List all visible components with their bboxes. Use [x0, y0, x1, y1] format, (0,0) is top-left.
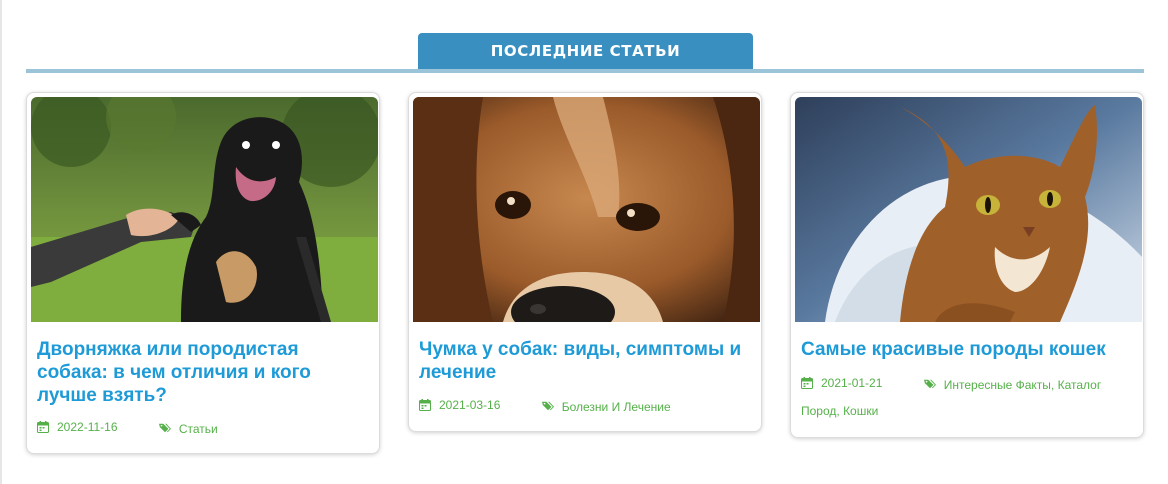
tags-icon [923, 379, 936, 389]
article-thumbnail[interactable] [413, 97, 760, 322]
dog-paw-image [31, 97, 378, 322]
article-title-link[interactable]: Самые красивые породы кошек [801, 338, 1131, 361]
calendar-icon [419, 399, 431, 411]
article-card: Дворняжка или породистая собака: в чем о… [26, 92, 380, 454]
page-left-border [0, 0, 2, 484]
article-thumbnail[interactable] [795, 97, 1142, 322]
section-heading-tab: ПОСЛЕДНИЕ СТАТЬИ [418, 33, 753, 69]
tags-icon [541, 401, 554, 411]
article-card: Самые красивые породы кошек 2021-01-21 И… [790, 92, 1144, 438]
beagle-image [413, 97, 760, 322]
article-title-link[interactable]: Дворняжка или породистая собака: в чем о… [37, 338, 367, 407]
date-text: 2022-11-16 [57, 420, 118, 434]
section-divider [26, 69, 1144, 73]
article-meta: 2022-11-16 Статьи [37, 414, 367, 442]
date-text: 2021-01-21 [821, 376, 883, 390]
article-meta: 2021-01-21 Интересные Факты, Каталог Пор… [801, 370, 1131, 424]
category-link[interactable]: Кошки [843, 404, 878, 418]
article-categories: Статьи [158, 422, 218, 436]
article-meta: 2021-03-16 Болезни И Лечение [419, 392, 749, 420]
tags-icon [158, 423, 171, 433]
article-thumbnail[interactable] [31, 97, 378, 322]
article-categories: Болезни И Лечение [541, 400, 671, 414]
article-date: 2021-03-16 [419, 392, 500, 418]
calendar-icon [801, 377, 813, 389]
article-title-link[interactable]: Чумка у собак: виды, симптомы и лечение [419, 338, 749, 384]
cat-image [795, 97, 1142, 322]
category-link[interactable]: Статьи [179, 422, 218, 436]
article-date: 2021-01-21 [801, 370, 882, 396]
category-link[interactable]: Интересные Факты [944, 378, 1051, 392]
date-text: 2021-03-16 [439, 398, 501, 412]
article-date: 2022-11-16 [37, 414, 118, 440]
article-card: Чумка у собак: виды, симптомы и лечение … [408, 92, 762, 432]
section-heading: ПОСЛЕДНИЕ СТАТЬИ [490, 42, 681, 60]
category-link[interactable]: Болезни И Лечение [562, 400, 671, 414]
calendar-icon [37, 421, 49, 433]
